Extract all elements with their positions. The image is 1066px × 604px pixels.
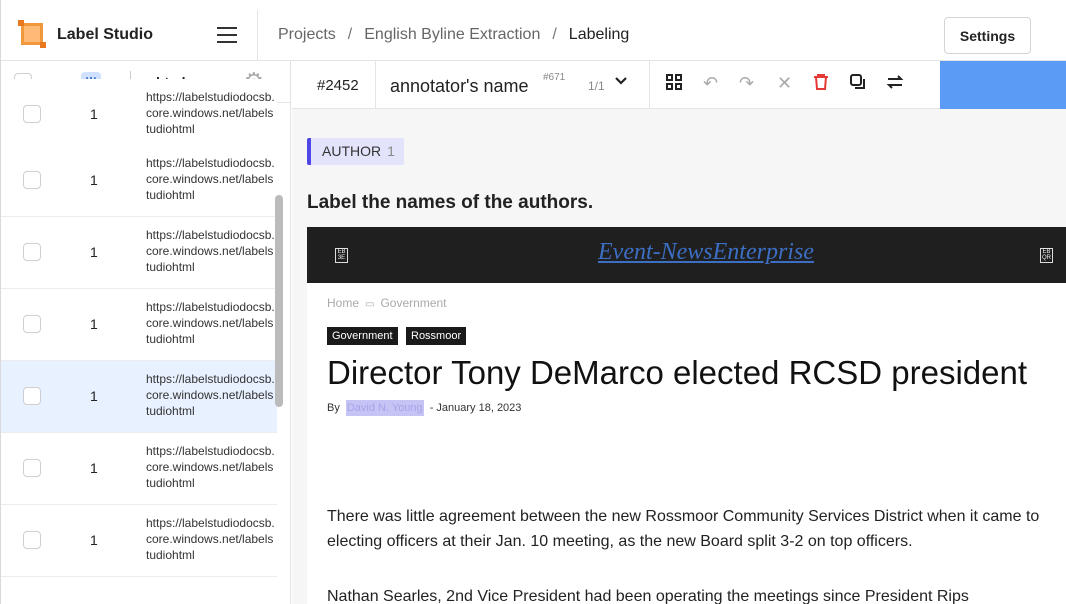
instructions: Label the names of the authors. xyxy=(307,192,594,213)
table-row[interactable]: 1 https://labelstudiodocsb.core.windows.n… xyxy=(1,217,277,289)
row-html-url: https://labelstudiodocsb.core.windows.ne… xyxy=(146,372,275,418)
breadcrumb-projects[interactable]: Projects xyxy=(278,26,336,43)
label-count: 1 xyxy=(387,143,395,159)
table-row[interactable]: 1 https://labelstudiodocsb.core.windows.n… xyxy=(1,145,277,217)
row-annotation-count: 1 xyxy=(90,460,98,476)
article-date: - January 18, 2023 xyxy=(429,402,522,414)
html-document: EB 3E Event-NewsEnterprise EB QR Home ▭ Gove… xyxy=(307,227,1066,604)
table-row[interactable]: 1 https://labelstudiodocsb.core.windows.n… xyxy=(1,505,277,577)
annotation-toolbar: #2452 annotator's name #671 1/1 ↶ ↷ ✕ xyxy=(292,61,1066,109)
site-header: EB 3E Event-NewsEnterprise EB QR xyxy=(307,227,1066,283)
article-breadcrumb: Home ▭ Government xyxy=(327,296,447,310)
chevron-down-icon[interactable] xyxy=(613,73,629,94)
site-logo: Event-NewsEnterprise xyxy=(598,239,814,265)
task-id: #2452 xyxy=(317,77,359,94)
settings-button[interactable]: Settings xyxy=(944,17,1031,54)
row-checkbox[interactable] xyxy=(23,531,41,549)
annotation-count: 1/1 xyxy=(588,79,605,93)
row-checkbox[interactable] xyxy=(23,243,41,261)
article-byline: By David N. Young - January 18, 2023 xyxy=(327,400,522,416)
row-checkbox[interactable] xyxy=(23,459,41,477)
labeling-panel: #2452 annotator's name #671 1/1 ↶ ↷ ✕ AU… xyxy=(292,61,1066,604)
row-html-url: https://labelstudiodocsb.core.windows.ne… xyxy=(146,516,275,562)
swap-icon[interactable] xyxy=(886,73,904,95)
breadcrumb-home: Home xyxy=(327,296,360,310)
scrollbar[interactable] xyxy=(275,195,283,407)
breadcrumb-section: Government xyxy=(380,296,447,310)
breadcrumb-project[interactable]: English Byline Extraction xyxy=(364,26,540,43)
table-row[interactable]: 1 https://labelstudiodocsb.core.windows.n… xyxy=(1,79,277,151)
row-annotation-count: 1 xyxy=(90,172,98,188)
trash-icon[interactable] xyxy=(813,73,829,95)
breadcrumb: Projects / English Byline Extraction / Label… xyxy=(278,26,629,44)
breadcrumb-separator: / xyxy=(552,26,557,43)
menu-icon[interactable] xyxy=(217,27,237,43)
table-row[interactable]: 1 https://labelstudiodocsb.core.windows.n… xyxy=(1,361,277,433)
row-html-url: https://labelstudiodocsb.core.windows.ne… xyxy=(146,90,275,136)
author-highlight[interactable]: David N. Young xyxy=(345,400,424,416)
redo-icon[interactable]: ↷ xyxy=(739,73,754,93)
article-paragraph: Nathan Searles, 2nd Vice President had b… xyxy=(327,588,969,604)
row-checkbox[interactable] xyxy=(23,387,41,405)
row-html-url: https://labelstudiodocsb.core.windows.ne… xyxy=(146,228,275,274)
top-bar: Label Studio Projects / English Byline Ext… xyxy=(1,0,1066,61)
row-checkbox[interactable] xyxy=(23,105,41,123)
article-headline: Director Tony DeMarco elected RCSD presi… xyxy=(327,354,1028,391)
row-annotation-count: 1 xyxy=(90,244,98,260)
breadcrumb-current: Labeling xyxy=(568,26,630,43)
label-studio-logo-icon xyxy=(18,20,46,48)
divider xyxy=(375,61,376,109)
app-name: Label Studio xyxy=(57,26,153,43)
annotator-name[interactable]: annotator's name xyxy=(390,76,529,97)
row-annotation-count: 1 xyxy=(90,532,98,548)
copy-icon[interactable] xyxy=(849,73,867,95)
close-icon[interactable]: ✕ xyxy=(777,73,792,93)
divider xyxy=(649,61,650,109)
row-checkbox[interactable] xyxy=(23,315,41,333)
article-paragraph: There was little agreement between the n… xyxy=(327,508,1040,550)
annotation-id: #671 xyxy=(543,72,566,83)
tag-rossmoor: Rossmoor xyxy=(406,327,467,345)
label-name: AUTHOR xyxy=(322,143,382,159)
label-author[interactable]: AUTHOR 1 xyxy=(307,138,404,165)
row-html-url: https://labelstudiodocsb.core.windows.ne… xyxy=(146,300,275,346)
row-annotation-count: 1 xyxy=(90,388,98,404)
grid-icon[interactable] xyxy=(665,73,683,95)
row-html-url: https://labelstudiodocsb.core.windows.ne… xyxy=(146,156,275,202)
row-annotation-count: 1 xyxy=(90,316,98,332)
table-row[interactable]: 1 https://labelstudiodocsb.core.windows.n… xyxy=(1,289,277,361)
breadcrumb-separator: / xyxy=(347,26,353,43)
row-checkbox[interactable] xyxy=(23,171,41,189)
search-icon: EB QR xyxy=(1040,248,1053,263)
divider xyxy=(257,10,258,60)
submit-button[interactable] xyxy=(940,61,1066,109)
tag-government: Government xyxy=(327,327,398,345)
app-window: Label Studio Projects / English Byline Ext… xyxy=(0,0,1066,604)
breadcrumb-separator-icon: ▭ xyxy=(365,299,375,310)
menu-icon: EB 3E xyxy=(335,248,348,263)
table-row[interactable]: 1 https://labelstudiodocsb.core.windows.n… xyxy=(1,433,277,505)
byline-prefix: By xyxy=(327,402,340,414)
row-annotation-count: 1 xyxy=(90,106,98,122)
task-list-panel: html ⚙ 1https://labelstudiodocsb.core.wi… xyxy=(1,61,291,604)
row-html-url: https://labelstudiodocsb.core.windows.ne… xyxy=(146,444,275,490)
undo-icon[interactable]: ↶ xyxy=(703,73,718,93)
